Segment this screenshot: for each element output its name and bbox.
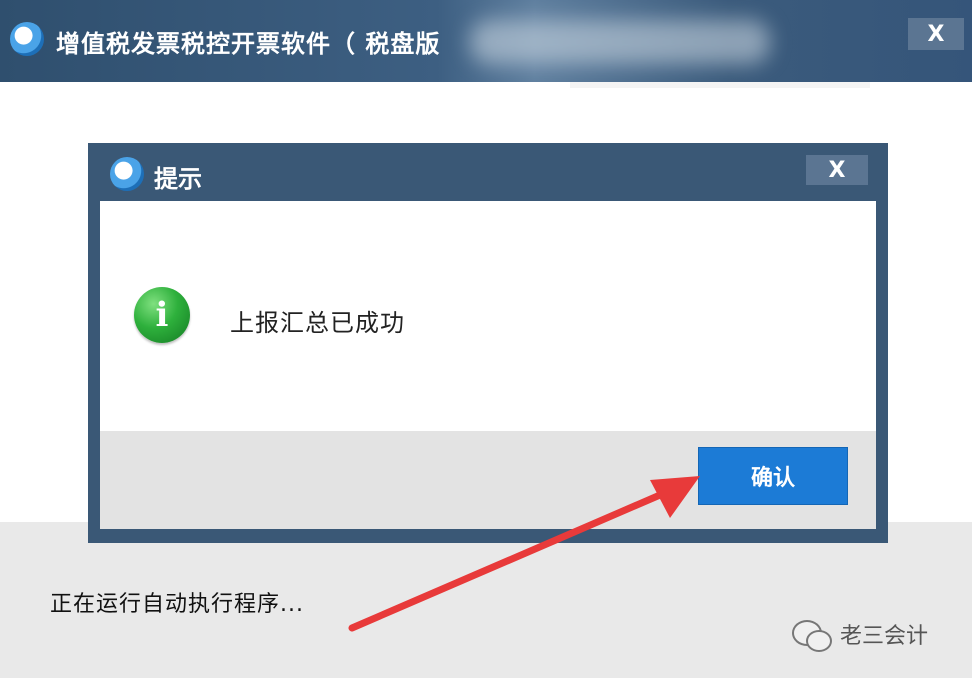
- dialog-title: 提示: [154, 165, 202, 193]
- confirm-button[interactable]: 确认: [698, 447, 848, 505]
- main-close-button[interactable]: X: [908, 18, 964, 50]
- watermark: 老三会计: [792, 618, 929, 652]
- dialog-logo-icon: [110, 157, 144, 191]
- dialog-close-button[interactable]: X: [806, 155, 868, 185]
- info-icon: i: [134, 287, 190, 343]
- status-area: 正在运行自动执行程序... 老三会计: [0, 522, 972, 678]
- dialog-message: 上报汇总已成功: [230, 309, 405, 337]
- main-window-title: 增值税发票税控开票软件（ 税盘版: [56, 30, 441, 58]
- app-logo-icon: [10, 22, 44, 56]
- main-title-bar: 增值税发票税控开票软件（ 税盘版 X: [0, 0, 972, 82]
- blurred-region: [470, 20, 770, 64]
- dialog-body: i 上报汇总已成功: [100, 201, 876, 431]
- prompt-dialog: 提示 X i 上报汇总已成功 确认: [88, 143, 888, 543]
- wechat-icon: [792, 618, 832, 652]
- status-text: 正在运行自动执行程序...: [50, 592, 304, 617]
- dialog-footer: 确认: [100, 431, 876, 529]
- content-strip: [570, 82, 870, 88]
- watermark-text: 老三会计: [840, 624, 929, 649]
